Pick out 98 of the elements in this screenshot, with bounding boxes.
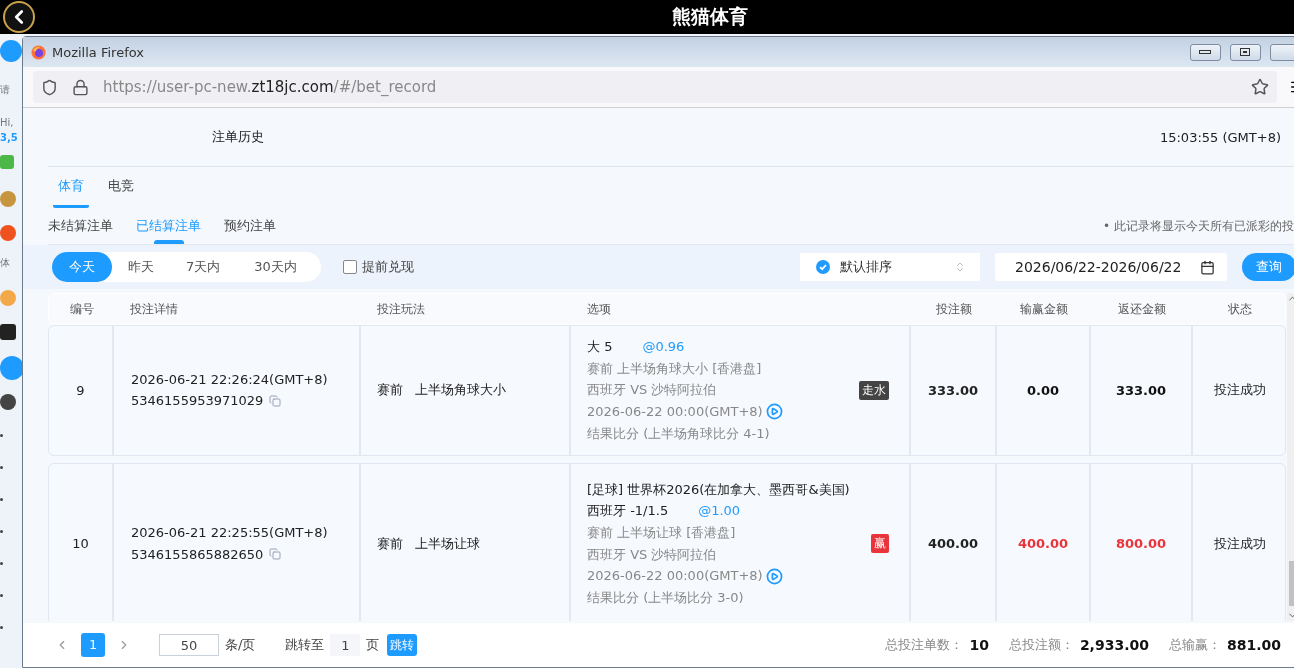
column-header: 选项: [586, 300, 612, 318]
bet-stage: 赛前: [377, 381, 403, 400]
date-range-tab[interactable]: 30天内: [236, 252, 315, 282]
outcome-badge: 赢: [871, 534, 889, 554]
bet-market: 上半场让球: [415, 534, 480, 553]
page-unit: 页: [366, 636, 380, 654]
sidebar-text: Hi,: [0, 116, 14, 130]
kickoff-time: 2026-06-22 00:00(GMT+8): [587, 567, 763, 586]
market-line: 赛前 上半场角球大小 [香港盘]: [587, 359, 763, 378]
kickoff-time: 2026-06-22 00:00(GMT+8): [587, 403, 763, 422]
return-amount: 333.00: [1115, 382, 1167, 398]
jump-page-field[interactable]: 1: [330, 634, 361, 656]
match-name: 西班牙 VS 沙特阿拉伯: [587, 545, 718, 564]
lock-icon[interactable]: [72, 78, 89, 96]
star-icon[interactable]: [1251, 78, 1269, 96]
summary-value: 881.00: [1226, 637, 1281, 653]
summary-label: 总输赢：: [1168, 636, 1221, 654]
minimize-button[interactable]: [1189, 43, 1221, 61]
odds-value: @1.00: [698, 502, 741, 521]
play-icon[interactable]: [765, 403, 783, 421]
league-name: [足球] 世界杯2026(在加拿大、墨西哥&美国): [587, 480, 850, 499]
date-range-tab[interactable]: 7天内: [170, 252, 237, 282]
result-score: 结果比分 (上半场比分 3-0): [587, 589, 745, 608]
bet-id: 5346155865882650: [131, 545, 264, 564]
info-note: • 此记录将显示今天所有已派彩的投: [1103, 217, 1294, 235]
copy-icon[interactable]: [269, 548, 282, 561]
row-number: 10: [72, 536, 89, 552]
row-number: 9: [76, 382, 85, 398]
bullet-icon: [0, 562, 3, 565]
circle-icon: [0, 356, 22, 380]
market-line: 赛前 上半场让球 [香港盘]: [587, 523, 737, 542]
status-text: 投注成功: [1214, 534, 1266, 553]
column-header: 状态: [1227, 300, 1253, 318]
close-button[interactable]: [1269, 43, 1294, 61]
page-size-unit: 条/页: [225, 636, 256, 654]
summary-label: 总投注额：: [1008, 636, 1074, 654]
column-header: 输赢金额: [1019, 300, 1069, 318]
status-text: 投注成功: [1214, 381, 1266, 400]
page-title: 注单历史: [212, 128, 264, 146]
calendar-icon[interactable]: [1200, 259, 1215, 275]
sidebar-text: 请: [0, 83, 10, 97]
window-title: Mozilla Firefox: [52, 44, 144, 60]
bet-time: 2026-06-21 22:25:55(GMT+8): [131, 523, 328, 542]
column-header: 投注详情: [129, 300, 179, 318]
up-down-icon: [954, 261, 966, 273]
stake-amount: 400.00: [927, 536, 979, 552]
bullet-icon: [0, 530, 3, 533]
checkbox-label: 提前兑现: [361, 258, 414, 276]
check-circle-icon: [816, 260, 830, 274]
column-header: 投注额: [935, 300, 973, 318]
summary-value: 10: [969, 637, 989, 653]
column-header: 返还金额: [1117, 300, 1167, 318]
record-tab[interactable]: 未结算注单: [48, 208, 113, 244]
avatar-icon: [0, 40, 22, 62]
win-loss-amount: 0.00: [1026, 382, 1060, 398]
copy-icon[interactable]: [269, 395, 282, 408]
shield-icon[interactable]: [41, 78, 58, 96]
date-range-tab[interactable]: 昨天: [112, 252, 170, 282]
sort-select[interactable]: 默认排序: [800, 253, 980, 281]
page-size-field[interactable]: 50: [159, 634, 219, 656]
bet-pick: 西班牙 -1/1.5: [587, 502, 669, 521]
date-range-field[interactable]: 2026/06/22-2026/06/22: [995, 253, 1227, 281]
maximize-icon: [1240, 48, 1251, 56]
outcome-badge: 走水: [859, 380, 889, 400]
summary-label: 总投注单数：: [885, 636, 964, 654]
match-name: 西班牙 VS 沙特阿拉伯: [587, 381, 718, 400]
balance-amount: 3,5: [0, 131, 18, 145]
result-score: 结果比分 (上半场角球比分 4-1): [587, 424, 771, 443]
square-icon: [0, 324, 16, 340]
flame-globe-icon: [31, 44, 46, 60]
return-amount: 800.00: [1115, 536, 1167, 552]
clock-text: 15:03:55 (GMT+8): [1159, 129, 1281, 145]
stake-amount: 333.00: [927, 382, 979, 398]
bullet-icon: [0, 626, 3, 629]
win-loss-amount: 400.00: [1017, 536, 1069, 552]
category-tab[interactable]: 电竞: [103, 177, 139, 208]
bet-pick: 大 5: [587, 338, 613, 356]
bullet-icon: [0, 498, 3, 501]
bullet-icon: [0, 594, 3, 597]
checkbox[interactable]: [342, 260, 357, 274]
column-header: 编号: [68, 300, 95, 318]
play-icon[interactable]: [765, 567, 783, 585]
odds-value: @0.96: [642, 338, 685, 356]
column-header: 投注玩法: [376, 300, 426, 318]
bet-stage: 赛前: [377, 534, 403, 553]
app-title: 熊猫体育: [672, 4, 748, 29]
bet-market: 上半场角球大小: [415, 381, 506, 400]
bullet-icon: [0, 466, 3, 469]
bet-time: 2026-06-21 22:26:24(GMT+8): [131, 370, 328, 389]
record-tab[interactable]: 预约注单: [224, 208, 276, 244]
maximize-button[interactable]: [1229, 43, 1261, 61]
jump-label: 跳转至: [285, 636, 325, 654]
summary-value: 2,933.00: [1079, 637, 1149, 653]
bet-id: 5346155953971029: [131, 392, 264, 411]
minimize-icon: [1199, 50, 1212, 54]
bullet-icon: [0, 434, 3, 437]
back-button[interactable]: [3, 1, 35, 33]
sidebar-text: 体: [0, 256, 10, 270]
